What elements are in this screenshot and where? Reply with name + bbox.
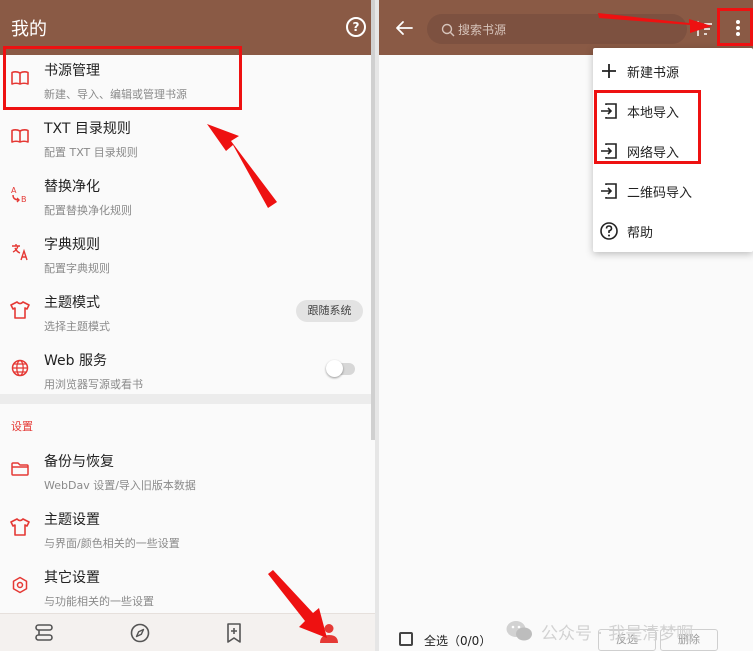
gear-icon	[10, 575, 30, 595]
watermark-text: 公众号 · 我是清梦啊	[541, 623, 694, 644]
search-placeholder: 搜索书源	[458, 23, 507, 37]
replace-ab-icon: AB	[10, 184, 30, 204]
menu-item-dict[interactable]: 字典规则 配置字典规则	[0, 228, 372, 286]
search-input[interactable]: 搜索书源	[427, 14, 687, 44]
menu-item-subtitle: 选择主题模式	[44, 320, 110, 333]
select-all-checkbox[interactable]	[399, 632, 413, 646]
toggle-knob	[326, 360, 343, 377]
page-title: 我的	[11, 19, 47, 40]
book-source-page-panel: 搜索书源 新建书源 本地导入 网络导入 二维码导入 帮助 全选（0/0） 反选 …	[379, 0, 753, 651]
menu-item-label: 二维码导入	[627, 186, 693, 201]
plus-icon	[599, 61, 619, 81]
watermark: 公众号 · 我是清梦啊	[505, 618, 693, 644]
nav-bookshelf[interactable]	[31, 620, 57, 646]
import-icon	[599, 181, 619, 201]
menu-item-title: 其它设置	[44, 570, 100, 586]
menu-item-help[interactable]: 帮助	[593, 210, 753, 250]
menu-item-title: 替换净化	[44, 179, 100, 195]
menu-item-title: 主题模式	[44, 295, 100, 311]
menu-item-txt-toc[interactable]: TXT 目录规则 配置 TXT 目录规则	[0, 112, 372, 170]
globe-icon	[10, 358, 30, 378]
my-page-panel: 我的 ? 书源管理 新建、导入、编辑或管理书源 TXT 目录规则 配置 TXT …	[0, 0, 375, 651]
select-all-label: 全选（0/0）	[424, 634, 492, 648]
menu-item-title: 主题设置	[44, 512, 100, 528]
help-icon[interactable]: ?	[346, 17, 366, 37]
menu-item-subtitle: 配置字典规则	[44, 262, 110, 275]
bottom-navigation	[0, 613, 375, 651]
menu-item-label: 帮助	[627, 226, 654, 241]
compass-icon	[130, 623, 150, 643]
menu-item-title: 字典规则	[44, 237, 100, 253]
nav-rss[interactable]	[221, 620, 247, 646]
highlight-box-book-source	[3, 46, 242, 110]
menu-item-theme-settings[interactable]: 主题设置 与界面/颜色相关的一些设置	[0, 503, 372, 561]
menu-item-subtitle: 配置 TXT 目录规则	[44, 146, 138, 159]
right-app-bar: 搜索书源	[379, 0, 753, 55]
highlight-box-more-button	[717, 8, 753, 46]
nav-my[interactable]	[316, 620, 342, 646]
menu-item-replace[interactable]: AB 替换净化 配置替换净化规则	[0, 170, 372, 228]
menu-item-subtitle: 与界面/颜色相关的一些设置	[44, 537, 180, 550]
bookshelf-icon	[35, 624, 53, 641]
menu-item-label: 新建书源	[627, 66, 680, 81]
svg-text:A: A	[11, 186, 17, 195]
highlight-box-import-items	[594, 90, 701, 164]
back-arrow-icon[interactable]	[393, 17, 415, 39]
translate-icon	[10, 242, 30, 262]
nav-discover[interactable]	[127, 620, 153, 646]
person-icon	[320, 624, 338, 643]
filter-sort-icon[interactable]	[695, 20, 713, 38]
help-circle-icon	[599, 221, 619, 241]
bookmark-add-icon	[227, 623, 241, 643]
menu-item-other-settings[interactable]: 其它设置 与功能相关的一些设置	[0, 561, 372, 619]
settings-section-label: 设置	[11, 420, 33, 433]
menu-item-subtitle: WebDav 设置/导入旧版本数据	[44, 479, 196, 492]
theme-mode-select[interactable]: 跟随系统	[296, 300, 363, 322]
search-icon	[441, 22, 455, 37]
menu-item-qr-import[interactable]: 二维码导入	[593, 170, 753, 210]
tshirt-icon	[10, 300, 30, 320]
menu-item-subtitle: 配置替换净化规则	[44, 204, 132, 217]
menu-item-title: 备份与恢复	[44, 454, 114, 470]
tshirt-icon	[10, 517, 30, 537]
book-icon	[10, 126, 30, 146]
folder-icon	[10, 459, 30, 479]
svg-text:B: B	[21, 195, 27, 204]
menu-item-subtitle: 与功能相关的一些设置	[44, 595, 154, 608]
menu-item-backup[interactable]: 备份与恢复 WebDav 设置/导入旧版本数据	[0, 445, 372, 503]
wechat-icon	[506, 621, 532, 641]
menu-item-title: Web 服务	[44, 353, 107, 369]
menu-item-title: TXT 目录规则	[44, 121, 131, 137]
section-divider	[0, 394, 375, 404]
menu-item-new-source[interactable]: 新建书源	[593, 50, 753, 90]
menu-item-subtitle: 用浏览器写源或看书	[44, 378, 143, 391]
